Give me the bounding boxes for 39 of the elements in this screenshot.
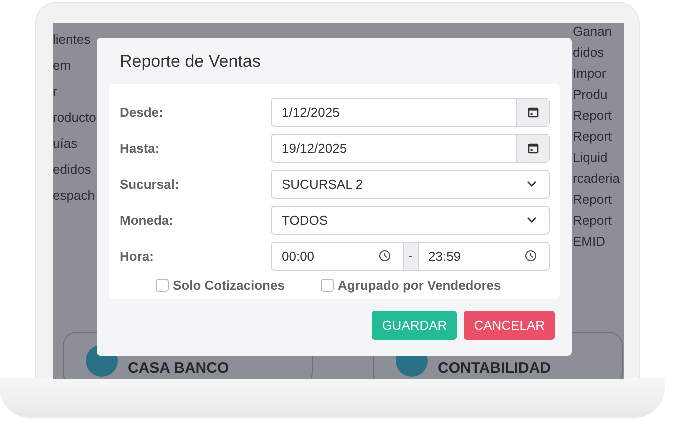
menu-item-text: Report	[573, 212, 614, 229]
menu-item-text: uías	[53, 135, 79, 152]
dialog-title: Reporte de Ventas	[119, 51, 262, 73]
menu-item-text: Report	[573, 107, 614, 124]
menu-item-text: espach	[53, 187, 96, 204]
menu-item-text: Ganan	[573, 23, 614, 40]
field-label: Sucursal:	[120, 176, 180, 192]
menu-item-text: Impor	[573, 65, 608, 82]
field-label: Moneda:	[120, 212, 174, 228]
select-field[interactable]: SUCURSAL 2	[271, 170, 550, 198]
menu-item-text: EMID	[573, 233, 606, 250]
card-title: CONTABILIDAD	[438, 361, 552, 377]
card-title: CASA BANCO	[128, 361, 230, 377]
date-field[interactable]: 19/12/2025	[271, 134, 550, 162]
menu-item-text: Liquid	[573, 149, 609, 166]
menu-item-text: lientes	[53, 31, 92, 48]
menu-item-text: em	[53, 57, 72, 74]
calendar-icon	[528, 106, 538, 118]
menu-item-text: didos	[573, 44, 606, 61]
cancel-button[interactable]: CANCELAR	[464, 311, 555, 340]
menu-item-text: Report	[573, 191, 614, 208]
field-label: Hasta:	[120, 140, 161, 156]
checkbox[interactable]	[320, 279, 334, 292]
calendar-icon	[528, 142, 538, 154]
checkbox-label[interactable]: Solo Cotizaciones	[173, 278, 285, 293]
checkbox-label[interactable]: Agrupado por Vendedores	[338, 278, 502, 293]
chevron-down-icon	[527, 217, 537, 223]
field-label: Desde:	[120, 104, 164, 120]
field-label: Hora:	[120, 248, 155, 264]
menu-item-text: Report	[573, 128, 614, 145]
menu-item-text: roducto	[53, 109, 96, 126]
menu-item-text: r	[53, 83, 58, 100]
menu-item-text: edidos	[53, 161, 92, 178]
date-field[interactable]: 1/12/2025	[271, 98, 550, 126]
chevron-down-icon	[527, 181, 537, 187]
select-field[interactable]: TODOS	[271, 206, 550, 234]
menu-item-text: Produ	[573, 86, 609, 103]
checkbox[interactable]	[156, 279, 169, 292]
menu-item-text: rcaderia	[573, 170, 620, 187]
